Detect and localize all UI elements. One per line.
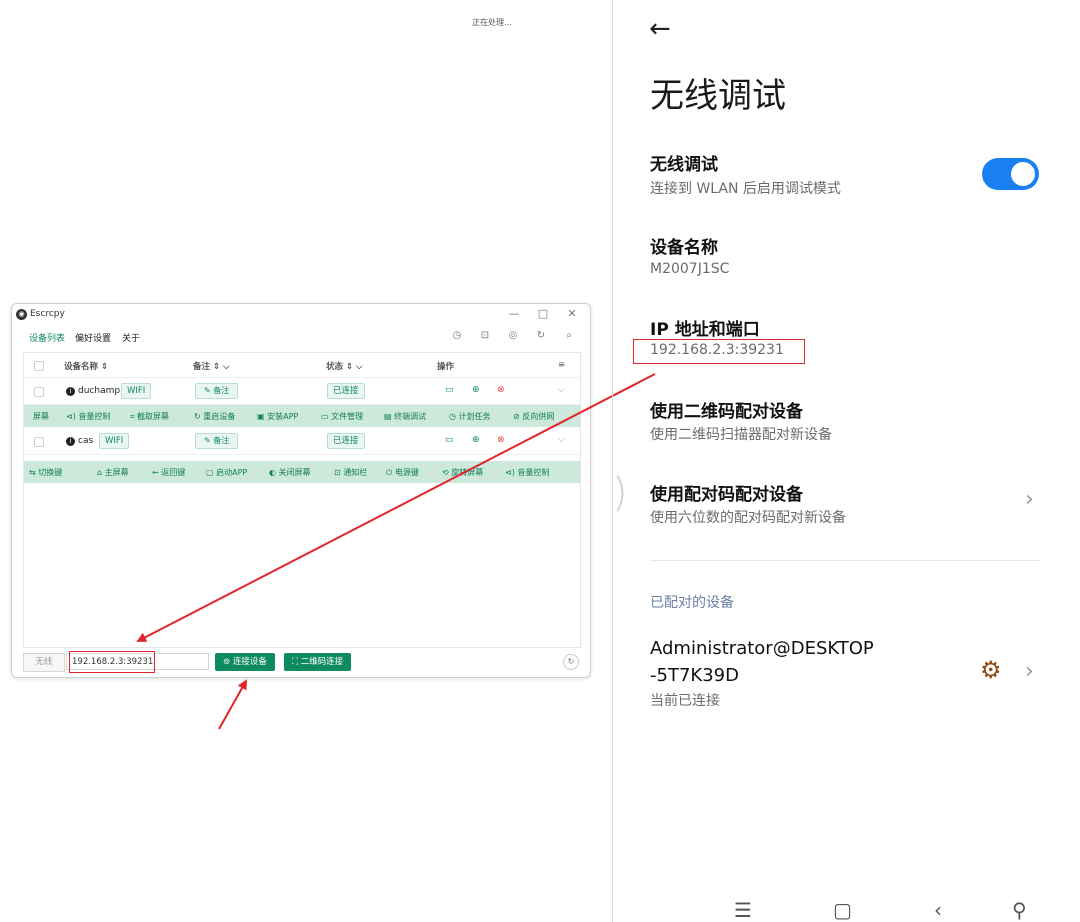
page-title: 无线调试 — [650, 76, 786, 116]
wireless-debug-subtitle: 连接到 WLAN 后启用调试模式 — [650, 181, 841, 197]
back-nav-icon[interactable]: ‹ — [934, 898, 942, 922]
qr-pair-subtitle: 使用二维码扫描器配对新设备 — [650, 427, 832, 443]
wireless-debug-title: 无线调试 — [650, 155, 718, 175]
edge-handle: ) — [612, 470, 628, 516]
code-pair-title[interactable]: 使用配对码配对设备 — [650, 480, 803, 505]
wireless-debug-toggle[interactable] — [982, 158, 1039, 190]
ip-port-title: IP 地址和端口 — [650, 320, 760, 340]
chevron-right-icon[interactable]: › — [1025, 487, 1034, 512]
gear-icon[interactable]: ⚙ — [980, 656, 1002, 684]
arrow-phone-to-ip — [136, 373, 656, 642]
arrow-to-connect-button — [218, 679, 247, 730]
menu-nav-icon[interactable]: ☰ — [734, 898, 752, 922]
assistant-nav-icon[interactable]: ⚲ — [1012, 898, 1027, 922]
back-arrow-icon[interactable]: ← — [649, 14, 671, 44]
panel-divider — [612, 0, 613, 922]
paired-devices-header: 已配对的设备 — [650, 595, 734, 611]
code-pair-subtitle: 使用六位数的配对码配对新设备 — [650, 510, 846, 526]
paired-device-name-line1[interactable]: Administrator@DESKTOP — [650, 638, 874, 659]
annotation-arrows — [136, 373, 656, 730]
home-nav-icon[interactable]: ▢ — [833, 898, 852, 922]
paired-device-name-line2[interactable]: -5T7K39D — [650, 665, 739, 686]
device-name-value: M2007J1SC — [650, 261, 730, 277]
qr-pair-title[interactable]: 使用二维码配对设备 — [650, 397, 803, 422]
toggle-knob — [1011, 162, 1035, 186]
ip-port-value: 192.168.2.3:39231 — [650, 342, 784, 358]
section-divider — [650, 560, 1040, 561]
paired-device-status: 当前已连接 — [650, 693, 720, 709]
device-name-title: 设备名称 — [650, 238, 718, 258]
chevron-right-icon[interactable]: › — [1025, 659, 1034, 684]
